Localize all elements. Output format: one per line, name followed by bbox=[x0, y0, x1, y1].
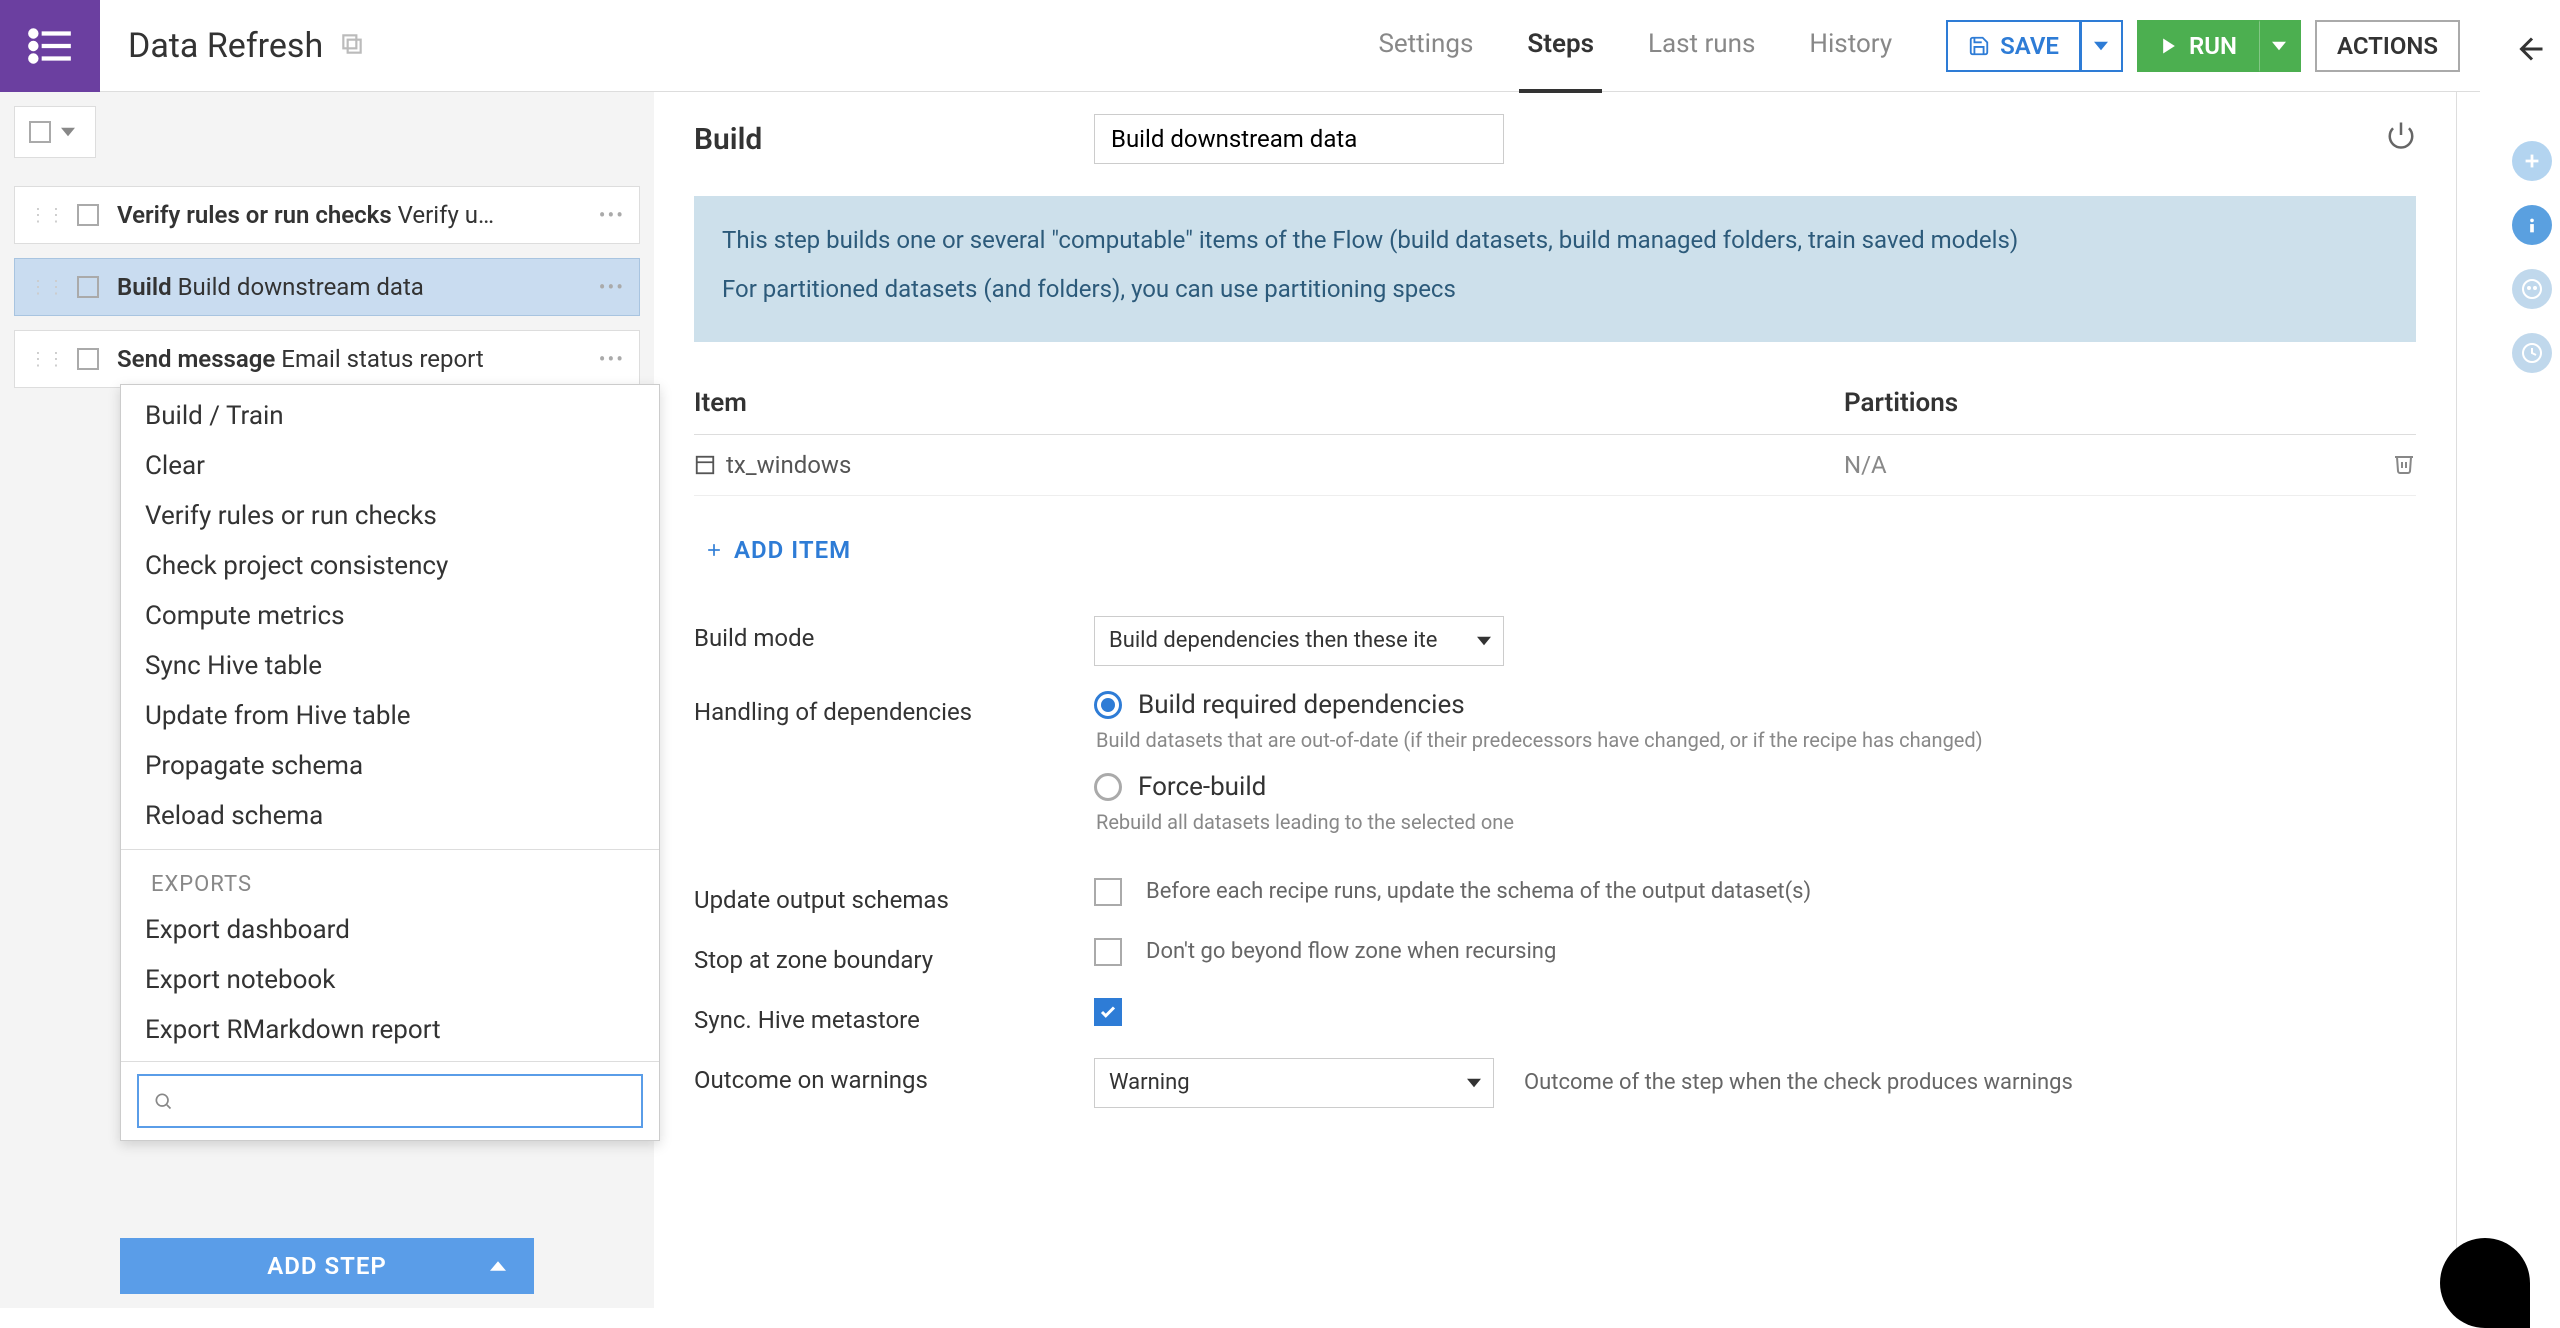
radio-help: Build datasets that are out-of-date (if … bbox=[1096, 728, 2416, 752]
dropdown-item-update-hive[interactable]: Update from Hive table bbox=[121, 691, 659, 741]
outcome-help: Outcome of the step when the check produ… bbox=[1524, 1070, 2073, 1095]
radio-icon bbox=[1094, 773, 1122, 801]
update-schemas-label: Update output schemas bbox=[694, 878, 1094, 914]
dropdown-item-propagate-schema[interactable]: Propagate schema bbox=[121, 741, 659, 791]
build-mode-select[interactable]: Build dependencies then these ite bbox=[1094, 616, 1504, 666]
dropdown-item-clear[interactable]: Clear bbox=[121, 441, 659, 491]
tab-steps[interactable]: Steps bbox=[1519, 0, 1602, 93]
drag-handle-icon[interactable]: ⋮⋮ bbox=[29, 349, 65, 370]
step-item-send-message[interactable]: ⋮⋮ Send message Email status report ••• bbox=[14, 330, 640, 388]
chat-bubble-button[interactable] bbox=[2440, 1238, 2530, 1328]
step-name-input[interactable] bbox=[1094, 114, 1504, 164]
outcome-select[interactable]: Warning bbox=[1094, 1058, 1494, 1108]
step-checkbox[interactable] bbox=[77, 204, 99, 226]
radio-icon bbox=[1094, 691, 1122, 719]
step-more-icon[interactable]: ••• bbox=[599, 347, 625, 371]
power-icon[interactable] bbox=[2386, 120, 2416, 154]
handling-label: Handling of dependencies bbox=[694, 690, 1094, 726]
dropdown-item-export-notebook[interactable]: Export notebook bbox=[121, 955, 659, 1005]
run-button[interactable]: RUN bbox=[2137, 20, 2259, 72]
radio-help: Rebuild all datasets leading to the sele… bbox=[1096, 810, 2416, 834]
dropdown-item-check-consistency[interactable]: Check project consistency bbox=[121, 541, 659, 591]
dropdown-item-build-train[interactable]: Build / Train bbox=[121, 391, 659, 441]
dropdown-section-exports: EXPORTS bbox=[121, 849, 659, 905]
actions-button[interactable]: ACTIONS bbox=[2315, 20, 2460, 72]
select-all-toggle[interactable] bbox=[14, 106, 96, 158]
update-schemas-help: Before each recipe runs, update the sche… bbox=[1146, 879, 1811, 904]
save-button[interactable]: SAVE bbox=[1946, 20, 2081, 72]
search-icon bbox=[153, 1091, 173, 1111]
sync-hive-label: Sync. Hive metastore bbox=[694, 998, 1094, 1034]
add-item-button[interactable]: ADD ITEM bbox=[694, 516, 2416, 604]
back-arrow-button[interactable] bbox=[2514, 30, 2550, 77]
outcome-label: Outcome on warnings bbox=[694, 1058, 1094, 1094]
dropdown-search-input[interactable] bbox=[183, 1089, 627, 1114]
drag-handle-icon[interactable]: ⋮⋮ bbox=[29, 277, 65, 298]
radio-build-required[interactable]: Build required dependencies bbox=[1094, 690, 2416, 720]
col-header-item: Item bbox=[694, 388, 1844, 418]
dataset-icon bbox=[694, 454, 716, 476]
item-row: tx_windows N/A bbox=[694, 435, 2416, 496]
step-more-icon[interactable]: ••• bbox=[599, 203, 625, 227]
radio-force-build[interactable]: Force-build bbox=[1094, 772, 2416, 802]
step-item-verify[interactable]: ⋮⋮ Verify rules or run checks Verify u… … bbox=[14, 186, 640, 244]
step-label: Build Build downstream data bbox=[117, 273, 424, 301]
copy-icon[interactable] bbox=[339, 31, 365, 61]
chevron-up-icon bbox=[490, 1261, 506, 1271]
step-more-icon[interactable]: ••• bbox=[599, 275, 625, 299]
section-title: Build bbox=[694, 122, 1094, 157]
dropdown-item-compute-metrics[interactable]: Compute metrics bbox=[121, 591, 659, 641]
add-step-dropdown: Build / Train Clear Verify rules or run … bbox=[120, 384, 660, 1141]
info-box: This step builds one or several "computa… bbox=[694, 196, 2416, 342]
dropdown-item-export-dashboard[interactable]: Export dashboard bbox=[121, 905, 659, 955]
chevron-down-icon bbox=[61, 125, 75, 139]
run-dropdown-button[interactable] bbox=[2259, 20, 2301, 72]
step-checkbox[interactable] bbox=[77, 348, 99, 370]
stop-zone-help: Don't go beyond flow zone when recursing bbox=[1146, 939, 1556, 964]
page-title: Data Refresh bbox=[128, 26, 323, 66]
dropdown-item-reload-schema[interactable]: Reload schema bbox=[121, 791, 659, 841]
rail-info-button[interactable] bbox=[2512, 205, 2552, 245]
step-label: Verify rules or run checks Verify u… bbox=[117, 201, 494, 229]
rail-history-button[interactable] bbox=[2512, 333, 2552, 373]
sync-hive-checkbox[interactable] bbox=[1094, 998, 1122, 1026]
dropdown-item-sync-hive[interactable]: Sync Hive table bbox=[121, 641, 659, 691]
save-dropdown-button[interactable] bbox=[2081, 20, 2123, 72]
build-mode-label: Build mode bbox=[694, 616, 1094, 652]
tab-last-runs[interactable]: Last runs bbox=[1640, 0, 1763, 93]
dropdown-item-verify[interactable]: Verify rules or run checks bbox=[121, 491, 659, 541]
tab-settings[interactable]: Settings bbox=[1370, 0, 1481, 93]
dropdown-item-export-rmarkdown[interactable]: Export RMarkdown report bbox=[121, 1005, 659, 1055]
app-menu-button[interactable] bbox=[0, 0, 100, 92]
tab-history[interactable]: History bbox=[1801, 0, 1900, 93]
rail-discussions-button[interactable] bbox=[2512, 269, 2552, 309]
step-label: Send message Email status report bbox=[117, 345, 484, 373]
select-all-checkbox[interactable] bbox=[29, 121, 51, 143]
rail-add-button[interactable] bbox=[2512, 141, 2552, 181]
drag-handle-icon[interactable]: ⋮⋮ bbox=[29, 205, 65, 226]
col-header-partitions: Partitions bbox=[1844, 388, 2416, 418]
update-schemas-checkbox[interactable] bbox=[1094, 878, 1122, 906]
stop-zone-checkbox[interactable] bbox=[1094, 938, 1122, 966]
delete-item-button[interactable] bbox=[2392, 451, 2416, 479]
stop-zone-label: Stop at zone boundary bbox=[694, 938, 1094, 974]
chevron-down-icon bbox=[1477, 634, 1491, 648]
step-item-build[interactable]: ⋮⋮ Build Build downstream data ••• bbox=[14, 258, 640, 316]
step-checkbox[interactable] bbox=[77, 276, 99, 298]
chevron-down-icon bbox=[1467, 1076, 1481, 1090]
add-step-button[interactable]: ADD STEP bbox=[120, 1238, 534, 1294]
